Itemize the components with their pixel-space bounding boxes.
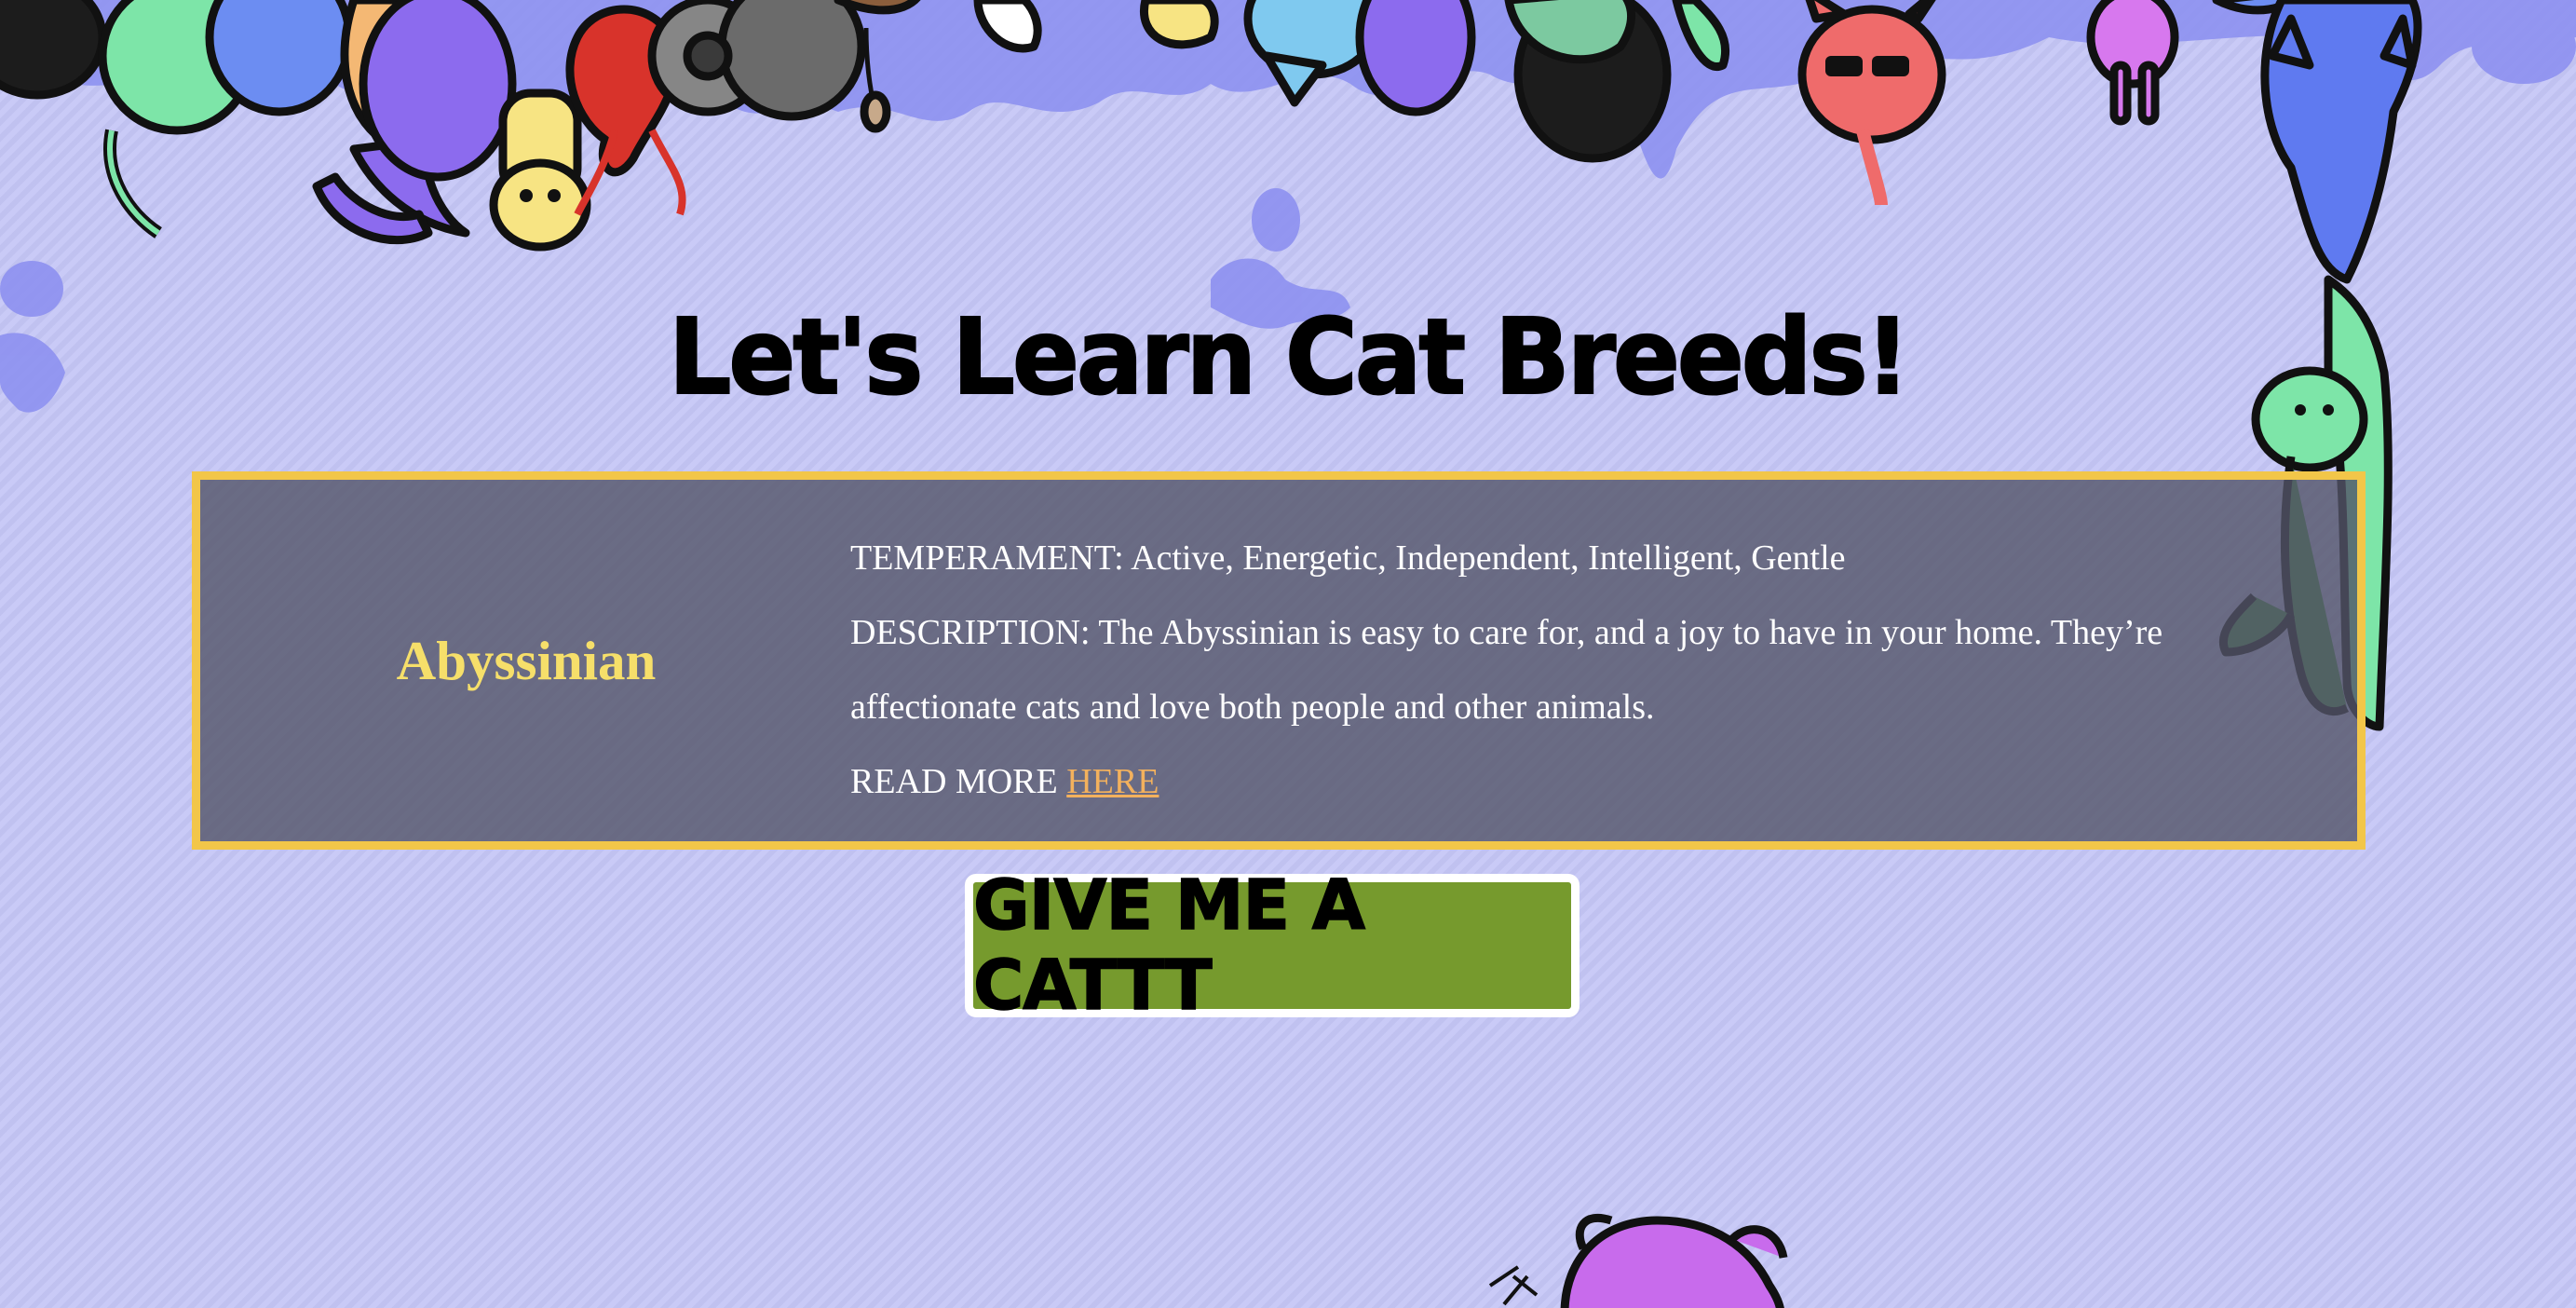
breed-card: Abyssinian TEMPERAMENT: Active, Energeti… — [192, 471, 2366, 850]
read-more-label: READ MORE — [850, 762, 1067, 801]
give-me-a-cat-button[interactable]: GIVE ME A CATTT — [965, 865, 1579, 1027]
read-more-line: READ MORE HERE — [850, 744, 2331, 819]
breed-temperament: TEMPERAMENT: Active, Energetic, Independ… — [850, 538, 1846, 578]
breed-info: TEMPERAMENT: Active, Energetic, Independ… — [850, 521, 2331, 819]
breed-name: Abyssinian — [396, 629, 657, 691]
breed-description: DESCRIPTION: The Abyssinian is easy to c… — [850, 613, 2163, 727]
page-title: Let's Learn Cat Breeds! — [668, 295, 1911, 419]
read-more-link[interactable]: HERE — [1066, 762, 1159, 801]
